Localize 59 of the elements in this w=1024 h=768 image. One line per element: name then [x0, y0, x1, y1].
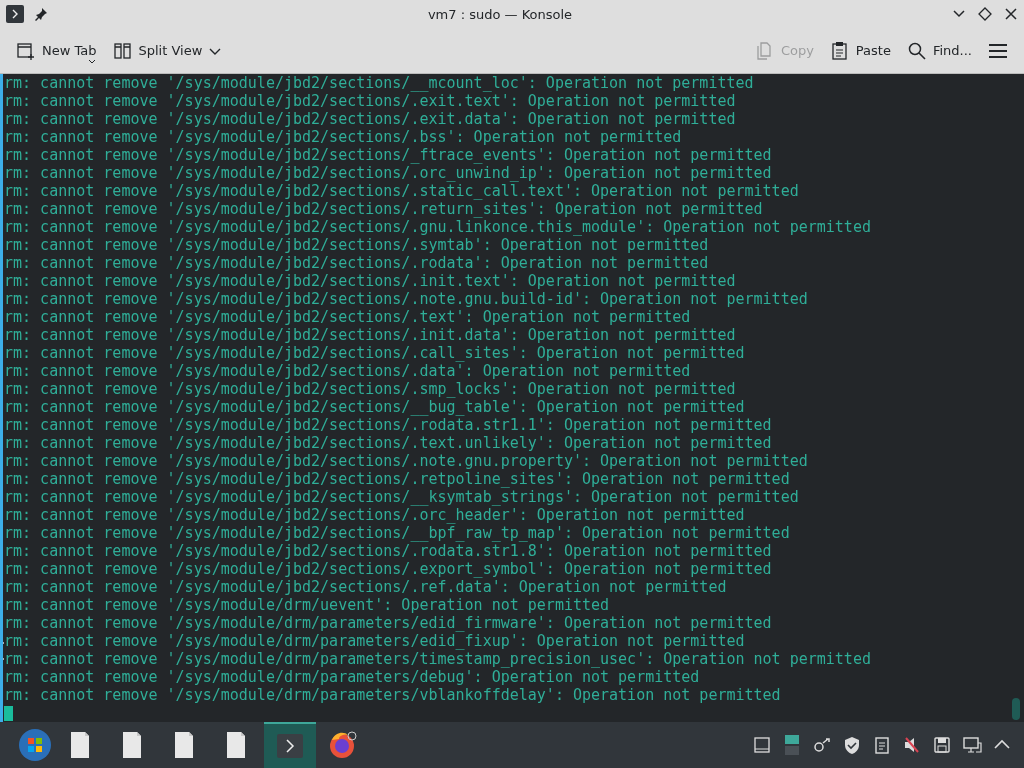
terminal-line: rm: cannot remove '/sys/module/jbd2/sections/.init.text': Operation not permitted — [4, 272, 736, 290]
search-icon — [906, 40, 927, 61]
new-tab-icon — [16, 40, 36, 61]
terminal-line: rm: cannot remove '/sys/module/jbd2/sections/.orc_header': Operation not permitted — [4, 506, 745, 524]
terminal-line: rm: cannot remove '/sys/module/drm/parameters/timestamp_precision_usec': Operation not permitted — [4, 650, 871, 668]
terminal-line: rm: cannot remove '/sys/module/jbd2/sections/.smp_locks': Operation not permitted — [4, 380, 736, 398]
terminal-line: rm: cannot remove '/sys/module/jbd2/sections/.symtab': Operation not permitted — [4, 236, 709, 254]
terminal-line: rm: cannot remove '/sys/module/jbd2/sections/.note.gnu.property': Operation not permitted — [4, 452, 808, 470]
pin-icon[interactable] — [34, 7, 48, 21]
clipboard-icon — [829, 40, 850, 61]
terminal-line: rm: cannot remove '/sys/module/drm/parameters/edid_firmware': Operation not permitted — [4, 614, 772, 632]
terminal-line: rm: cannot remove '/sys/module/jbd2/sections/.gnu.linkonce.this_module': Operation not permitted — [4, 218, 871, 236]
terminal-line: rm: cannot remove '/sys/module/jbd2/sections/.exit.text': Operation not permitted — [4, 92, 736, 110]
terminal-line: rm: cannot remove '/sys/module/jbd2/sections/.bss': Operation not permitted — [4, 128, 682, 146]
paste-button[interactable]: Paste — [821, 36, 899, 65]
shield-icon[interactable] — [842, 735, 862, 755]
split-view-icon — [112, 40, 133, 61]
window-title: vm7 : sudo — Konsole — [426, 6, 574, 22]
terminal-line: rm: cannot remove '/sys/module/jbd2/sections/.return_sites': Operation not permitted — [4, 200, 763, 218]
terminal-line: rm: cannot remove '/sys/module/drm/parameters/vblankoffdelay': Operation not permitted — [4, 686, 781, 704]
terminal-line: rm: cannot remove '/sys/module/jbd2/sections/.static_call.text': Operation not permitted — [4, 182, 799, 200]
new-tab-button[interactable]: New Tab — [8, 36, 105, 65]
find-button[interactable]: Find... — [898, 36, 980, 65]
terminal-line: rm: cannot remove '/sys/module/drm/uevent': Operation not permitted — [4, 596, 610, 614]
monitor-icon[interactable] — [962, 735, 982, 755]
scrollbar-handle[interactable] — [1012, 698, 1020, 720]
terminal-line: rm: cannot remove '/sys/module/jbd2/sections/__bpf_raw_tp_map': Operation not permitted — [4, 524, 790, 542]
window-icon[interactable] — [752, 735, 772, 755]
terminal-line: rm: cannot remove '/sys/module/jbd2/sections/.note.gnu.build-id': Operation not permitted — [4, 290, 808, 308]
terminal-line: rm: cannot remove '/sys/module/jbd2/sections/.rodata.str1.8': Operation not permitted — [4, 542, 772, 560]
terminal-line: rm: cannot remove '/sys/module/jbd2/sections/.rodata': Operation not permitted — [4, 254, 709, 272]
terminal-line: rm: cannot remove '/sys/module/drm/parameters/debug': Operation not permitted — [4, 668, 700, 686]
clipboard-icon[interactable] — [872, 735, 892, 755]
terminal-line: rm: cannot remove '/sys/module/jbd2/sections/.init.data': Operation not permitted — [4, 326, 736, 344]
terminal-line: rm: cannot remove '/sys/module/jbd2/sections/__bug_table': Operation not permitted — [4, 398, 745, 416]
muted-speaker-icon[interactable] — [902, 735, 922, 755]
terminal-line: rm: cannot remove '/sys/module/jbd2/sections/.ref.data': Operation not permitted — [4, 578, 727, 596]
terminal-line: rm: cannot remove '/sys/module/jbd2/sections/.text': Operation not permitted — [4, 308, 691, 326]
terminal-line: rm: cannot remove '/sys/module/jbd2/sections/.call_sites': Operation not permitted — [4, 344, 745, 362]
fox-globe-icon — [327, 730, 357, 760]
desktop-pager-icon[interactable] — [782, 735, 802, 755]
terminal-line: rm: cannot remove '/sys/module/jbd2/sections/_ftrace_events': Operation not permitted — [4, 146, 772, 164]
maximize-icon[interactable] — [978, 7, 992, 21]
split-button[interactable]: Split View — [104, 36, 231, 65]
terminal-app-icon — [6, 5, 24, 23]
terminal-line: rm: cannot remove '/sys/module/jbd2/sections/.rodata.str1.1': Operation not permitted — [4, 416, 772, 434]
terminal-line: rm: cannot remove '/sys/module/jbd2/sections/__ksymtab_strings': Operation not permitted — [4, 488, 799, 506]
terminal-line: rm: cannot remove '/sys/module/jbd2/sections/__mcount_loc': Operation not permitted — [4, 74, 754, 92]
terminal-line: rm: cannot remove '/sys/module/jbd2/sections/.exit.data': Operation not permitted — [4, 110, 736, 128]
terminal-line: rm: cannot remove '/sys/module/jbd2/sections/.export_symbol': Operation not permitted — [4, 560, 772, 578]
close-icon[interactable] — [1004, 7, 1018, 21]
terminal-line: rm: cannot remove '/sys/module/drm/parameters/edid_fixup': Operation not permitted — [4, 632, 745, 650]
terminal-line: rm: cannot remove '/sys/module/jbd2/sections/.retpoline_sites': Operation not permitted — [4, 470, 790, 488]
text-cursor — [4, 706, 13, 721]
terminal-icon — [275, 731, 305, 761]
terminal-line: rm: cannot remove '/sys/module/jbd2/sections/.text.unlikely': Operation not permitted — [4, 434, 772, 452]
terminal-line: rm: cannot remove '/sys/module/jbd2/sections/.orc_unwind_ip': Operation not permitted — [4, 164, 772, 182]
terminal-line: rm: cannot remove '/sys/module/jbd2/sections/.data': Operation not permitted — [4, 362, 691, 380]
caret-icon — [88, 58, 96, 65]
